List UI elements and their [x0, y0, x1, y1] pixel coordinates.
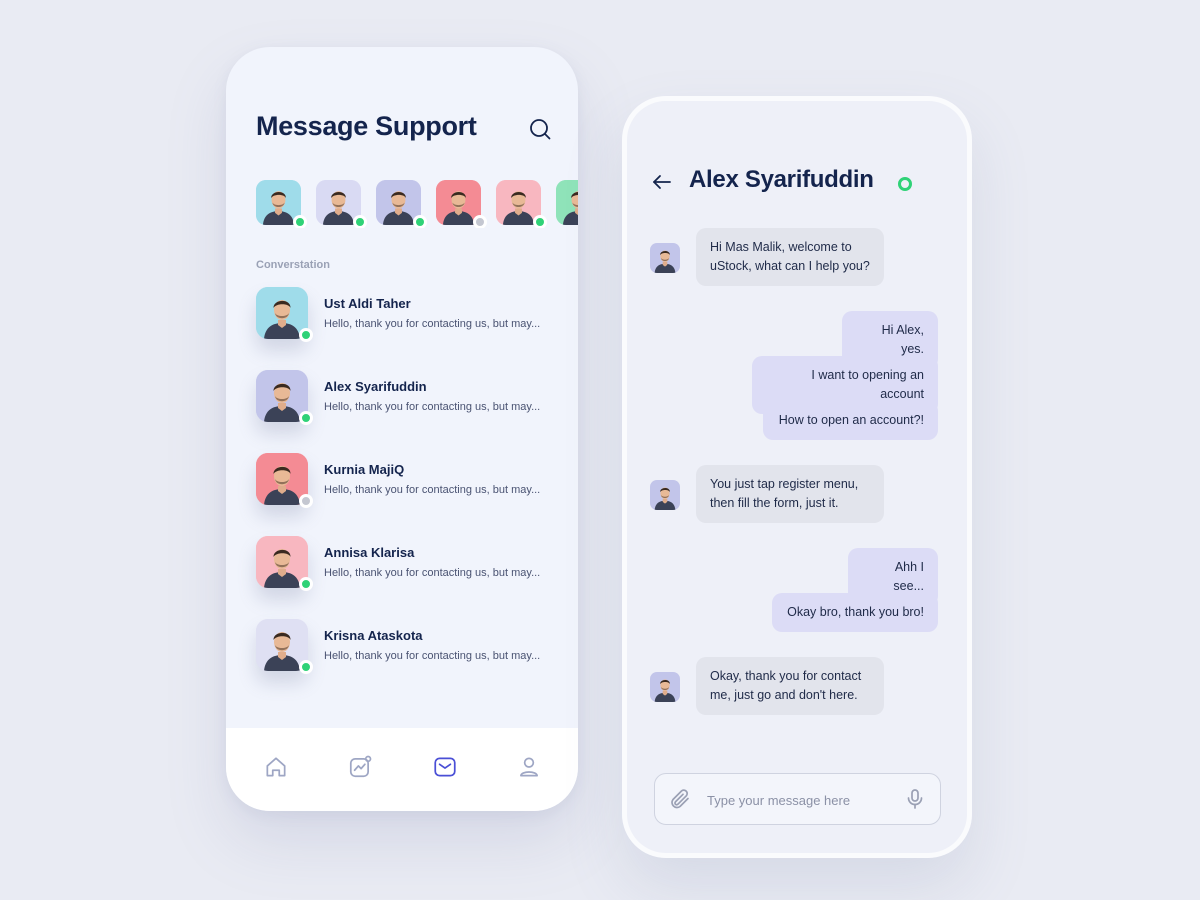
- message-line: then fill the form, just it.: [710, 496, 839, 510]
- outgoing-message: Okay bro, thank you bro!: [772, 593, 938, 632]
- active-contacts-row: [256, 180, 578, 228]
- message-preview: Hello, thank you for contacting us, but …: [324, 401, 541, 413]
- message-line: How to open an account?!: [778, 413, 924, 427]
- paperclip-icon: [671, 789, 689, 809]
- active-contact-avatar[interactable]: [496, 180, 547, 228]
- back-button[interactable]: [650, 170, 674, 194]
- incoming-message: Okay, thank you for contact me, just go a…: [696, 657, 884, 715]
- status-dot: [299, 577, 313, 591]
- mail-icon: [434, 757, 456, 777]
- chat-title: Alex Syarifuddin: [689, 166, 874, 193]
- chart-icon: [349, 755, 372, 778]
- agent-avatar: [650, 480, 680, 510]
- online-status-dot: [898, 177, 912, 191]
- message-input[interactable]: [705, 788, 889, 812]
- message-preview: Hello, thank you for contacting us, but …: [324, 567, 541, 579]
- message-line: You just tap register menu,: [710, 477, 859, 491]
- contact-name: Kurnia MajiQ: [324, 462, 405, 477]
- conversation-item[interactable]: Ust Aldi Taher Hello, thank you for conta…: [256, 287, 556, 343]
- conversation-item[interactable]: Krisna Ataskota Hello, thank you for cont…: [256, 619, 556, 675]
- voice-button[interactable]: [903, 787, 927, 811]
- active-contact-avatar[interactable]: [556, 180, 578, 225]
- section-label: Converstation: [256, 259, 330, 271]
- attach-button[interactable]: [668, 787, 692, 811]
- nav-user[interactable]: [516, 754, 542, 780]
- avatar: [256, 370, 313, 425]
- active-contact-avatar[interactable]: [256, 180, 307, 228]
- status-dot: [473, 215, 487, 228]
- agent-avatar: [650, 243, 680, 273]
- nav-chart[interactable]: [347, 754, 373, 780]
- contact-name: Alex Syarifuddin: [324, 379, 427, 394]
- status-dot: [299, 494, 313, 508]
- outgoing-message: How to open an account?!: [763, 401, 938, 440]
- agent-avatar: [650, 672, 680, 702]
- message-line: Hi Alex, yes.: [881, 323, 924, 356]
- microphone-icon: [907, 789, 923, 809]
- message-composer: [654, 773, 941, 825]
- message-support-screen: Message Support Converstation Ust Aldi T…: [226, 47, 578, 811]
- contact-name: Krisna Ataskota: [324, 628, 423, 643]
- avatar: [256, 619, 313, 674]
- conversation-item[interactable]: Kurnia MajiQ Hello, thank you for contact…: [256, 453, 556, 509]
- active-contact-avatar[interactable]: [316, 180, 367, 228]
- message-preview: Hello, thank you for contacting us, but …: [324, 650, 541, 662]
- message-preview: Hello, thank you for contacting us, but …: [324, 318, 541, 330]
- conversation-item[interactable]: Alex Syarifuddin Hello, thank you for con…: [256, 370, 556, 426]
- user-icon: [520, 757, 538, 777]
- avatar: [256, 287, 313, 342]
- message-line: I want to opening an account: [811, 368, 924, 401]
- contact-name: Annisa Klarisa: [324, 545, 415, 560]
- message-preview: Hello, thank you for contacting us, but …: [324, 484, 541, 496]
- search-button[interactable]: [528, 117, 552, 141]
- avatar: [256, 536, 313, 591]
- status-dot: [293, 215, 307, 228]
- message-line: Okay bro, thank you bro!: [787, 605, 924, 619]
- status-dot: [299, 660, 313, 674]
- chat-screen: Alex Syarifuddin Hi Mas Malik, welcome t…: [622, 96, 972, 858]
- avatar: [256, 453, 313, 508]
- status-dot: [353, 215, 367, 228]
- message-line: uStock, what can I help you?: [710, 259, 870, 273]
- arrow-left-icon: [653, 175, 671, 189]
- avatar-photo: [556, 180, 578, 225]
- message-line: Ahh I see...: [893, 560, 924, 593]
- bottom-nav: [226, 728, 578, 811]
- incoming-message: You just tap register menu, then fill the…: [696, 465, 884, 523]
- search-icon: [530, 119, 551, 140]
- page-title: Message Support: [256, 111, 477, 141]
- active-contact-avatar[interactable]: [436, 180, 487, 228]
- message-line: me, just go and don't here.: [710, 688, 858, 702]
- status-dot: [533, 215, 547, 228]
- nav-mail[interactable]: [432, 754, 458, 780]
- status-dot: [413, 215, 427, 228]
- contact-name: Ust Aldi Taher: [324, 296, 411, 311]
- message-line: Hi Mas Malik, welcome to: [710, 240, 852, 254]
- active-contact-avatar[interactable]: [376, 180, 427, 228]
- status-dot: [299, 328, 313, 342]
- conversation-item[interactable]: Annisa Klarisa Hello, thank you for conta…: [256, 536, 556, 592]
- home-icon: [266, 757, 286, 777]
- message-line: Okay, thank you for contact: [710, 669, 862, 683]
- nav-home[interactable]: [263, 754, 289, 780]
- incoming-message: Hi Mas Malik, welcome to uStock, what can…: [696, 228, 884, 286]
- status-dot: [299, 411, 313, 425]
